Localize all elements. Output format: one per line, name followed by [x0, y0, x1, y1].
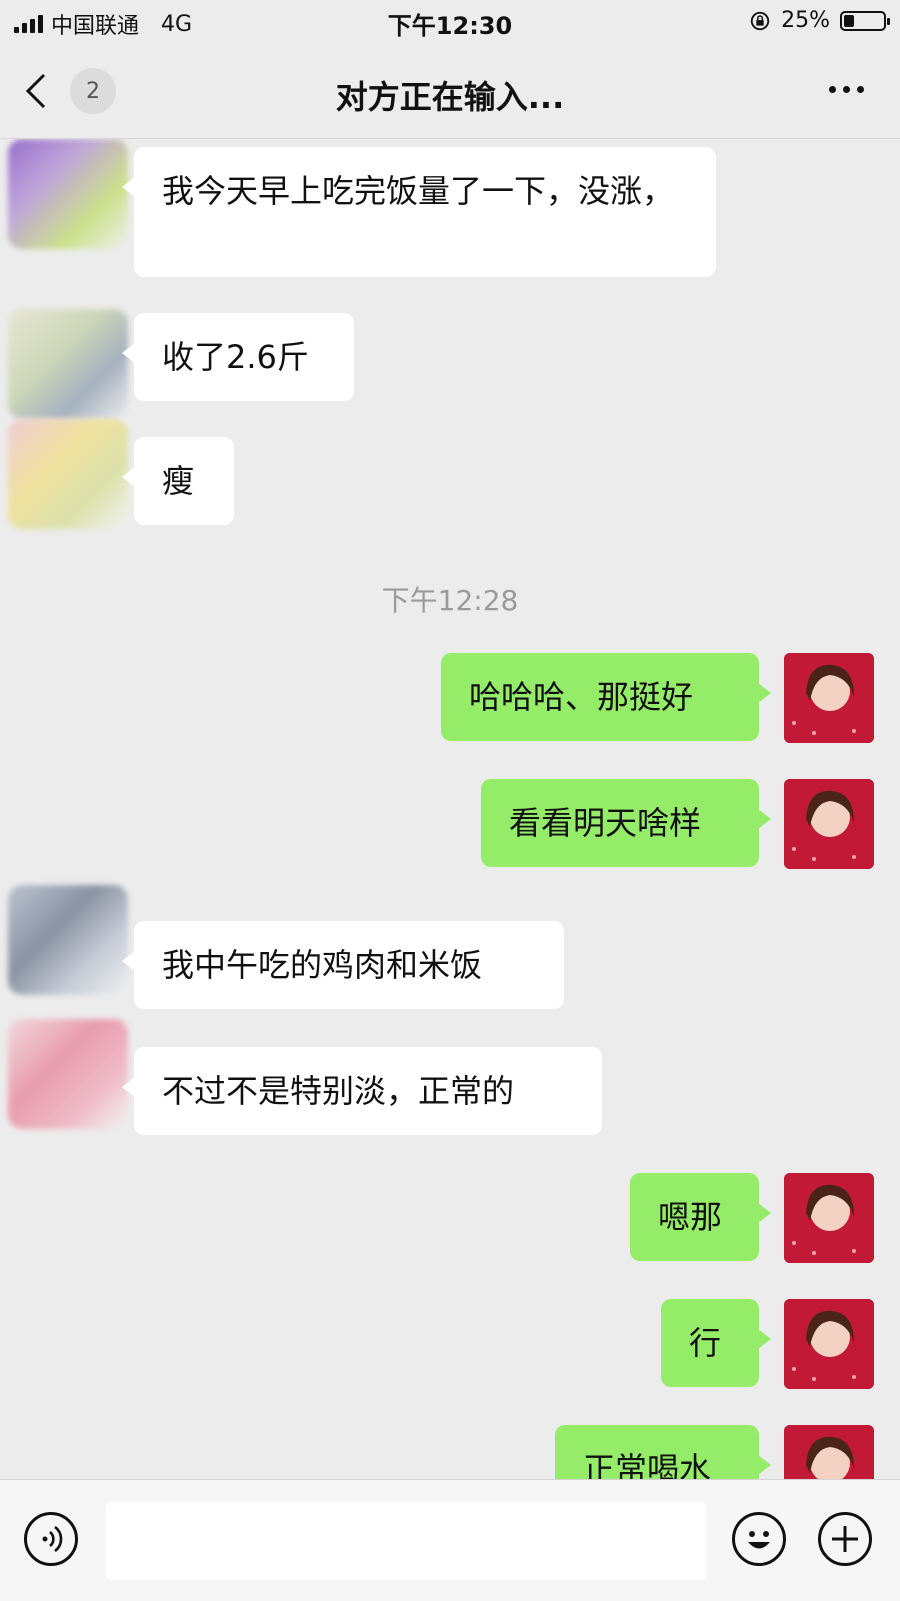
battery-percent: 25% [781, 8, 830, 33]
emoji-button[interactable] [732, 1512, 786, 1566]
message-text: 哈哈哈、那挺好 [469, 678, 694, 716]
my-avatar[interactable] [784, 779, 874, 869]
my-avatar[interactable] [784, 1425, 874, 1479]
message-bubble-outgoing[interactable]: 哈哈哈、那挺好 [441, 653, 771, 741]
voice-button[interactable] [24, 1512, 78, 1566]
emoji-icon [748, 1531, 770, 1549]
battery-icon [840, 10, 890, 31]
status-right: 25% [749, 8, 890, 33]
avatar-photo [784, 1425, 874, 1479]
message-text: 不过不是特别淡，正常的 [162, 1072, 515, 1110]
message-bubble-outgoing[interactable]: 正常喝水 [555, 1425, 771, 1479]
message-text: 瘦 [162, 462, 195, 500]
voice-icon [42, 1525, 63, 1553]
my-avatar[interactable] [784, 1173, 874, 1263]
message-bubble-outgoing[interactable]: 行 [661, 1299, 771, 1387]
contact-avatar[interactable] [8, 885, 128, 995]
message-bubble-outgoing[interactable]: 看看明天啥样 [481, 779, 771, 867]
message-bubble-outgoing[interactable]: 嗯那 [630, 1173, 771, 1261]
contact-avatar[interactable] [8, 309, 128, 419]
message-input[interactable] [106, 1502, 706, 1580]
message-text: 嗯那 [658, 1198, 723, 1236]
avatar-photo [784, 653, 874, 743]
chat-area[interactable]: 我今天早上吃完饭量了一下，没涨， 收了2.6斤 瘦 下午12:28 哈哈哈、那挺… [0, 139, 900, 1479]
plus-button[interactable] [818, 1512, 872, 1566]
timestamp: 下午12:28 [381, 584, 519, 617]
message-text: 看看明天啥样 [509, 804, 702, 842]
battery-fill [844, 14, 854, 27]
my-avatar[interactable] [784, 1299, 874, 1389]
message-text: 收了2.6斤 [162, 338, 309, 376]
nav-bar: 2 对方正在输入... [0, 44, 900, 139]
input-bar [0, 1479, 900, 1601]
message-bubble-incoming[interactable]: 我中午吃的鸡肉和米饭 [122, 921, 564, 1009]
message-bubble-incoming[interactable]: 不过不是特别淡，正常的 [122, 1047, 602, 1135]
chat-title: 对方正在输入... [335, 78, 565, 116]
avatar-photo [784, 1299, 874, 1389]
contact-avatar[interactable] [8, 1019, 128, 1129]
message-text: 我中午吃的鸡肉和米饭 [162, 946, 483, 984]
message-text: 正常喝水 [583, 1450, 712, 1479]
message-bubble-incoming[interactable]: 瘦 [122, 437, 234, 525]
more-icon[interactable] [829, 86, 864, 93]
avatar-photo [784, 779, 874, 869]
message-bubble-incoming[interactable]: 我今天早上吃完饭量了一下，没涨， [122, 147, 716, 277]
contact-avatar[interactable] [8, 139, 128, 249]
rotation-lock-icon [750, 11, 770, 30]
status-bar: 中国联通 4G 下午12:30 25% [0, 0, 900, 44]
message-text: 我今天早上吃完饭量了一下，没涨， [162, 172, 675, 210]
contact-avatar[interactable] [8, 419, 128, 529]
message-bubble-incoming[interactable]: 收了2.6斤 [122, 313, 354, 401]
my-avatar[interactable] [784, 653, 874, 743]
avatar-photo [784, 1173, 874, 1263]
message-text: 行 [689, 1324, 722, 1362]
plus-icon [832, 1526, 858, 1552]
